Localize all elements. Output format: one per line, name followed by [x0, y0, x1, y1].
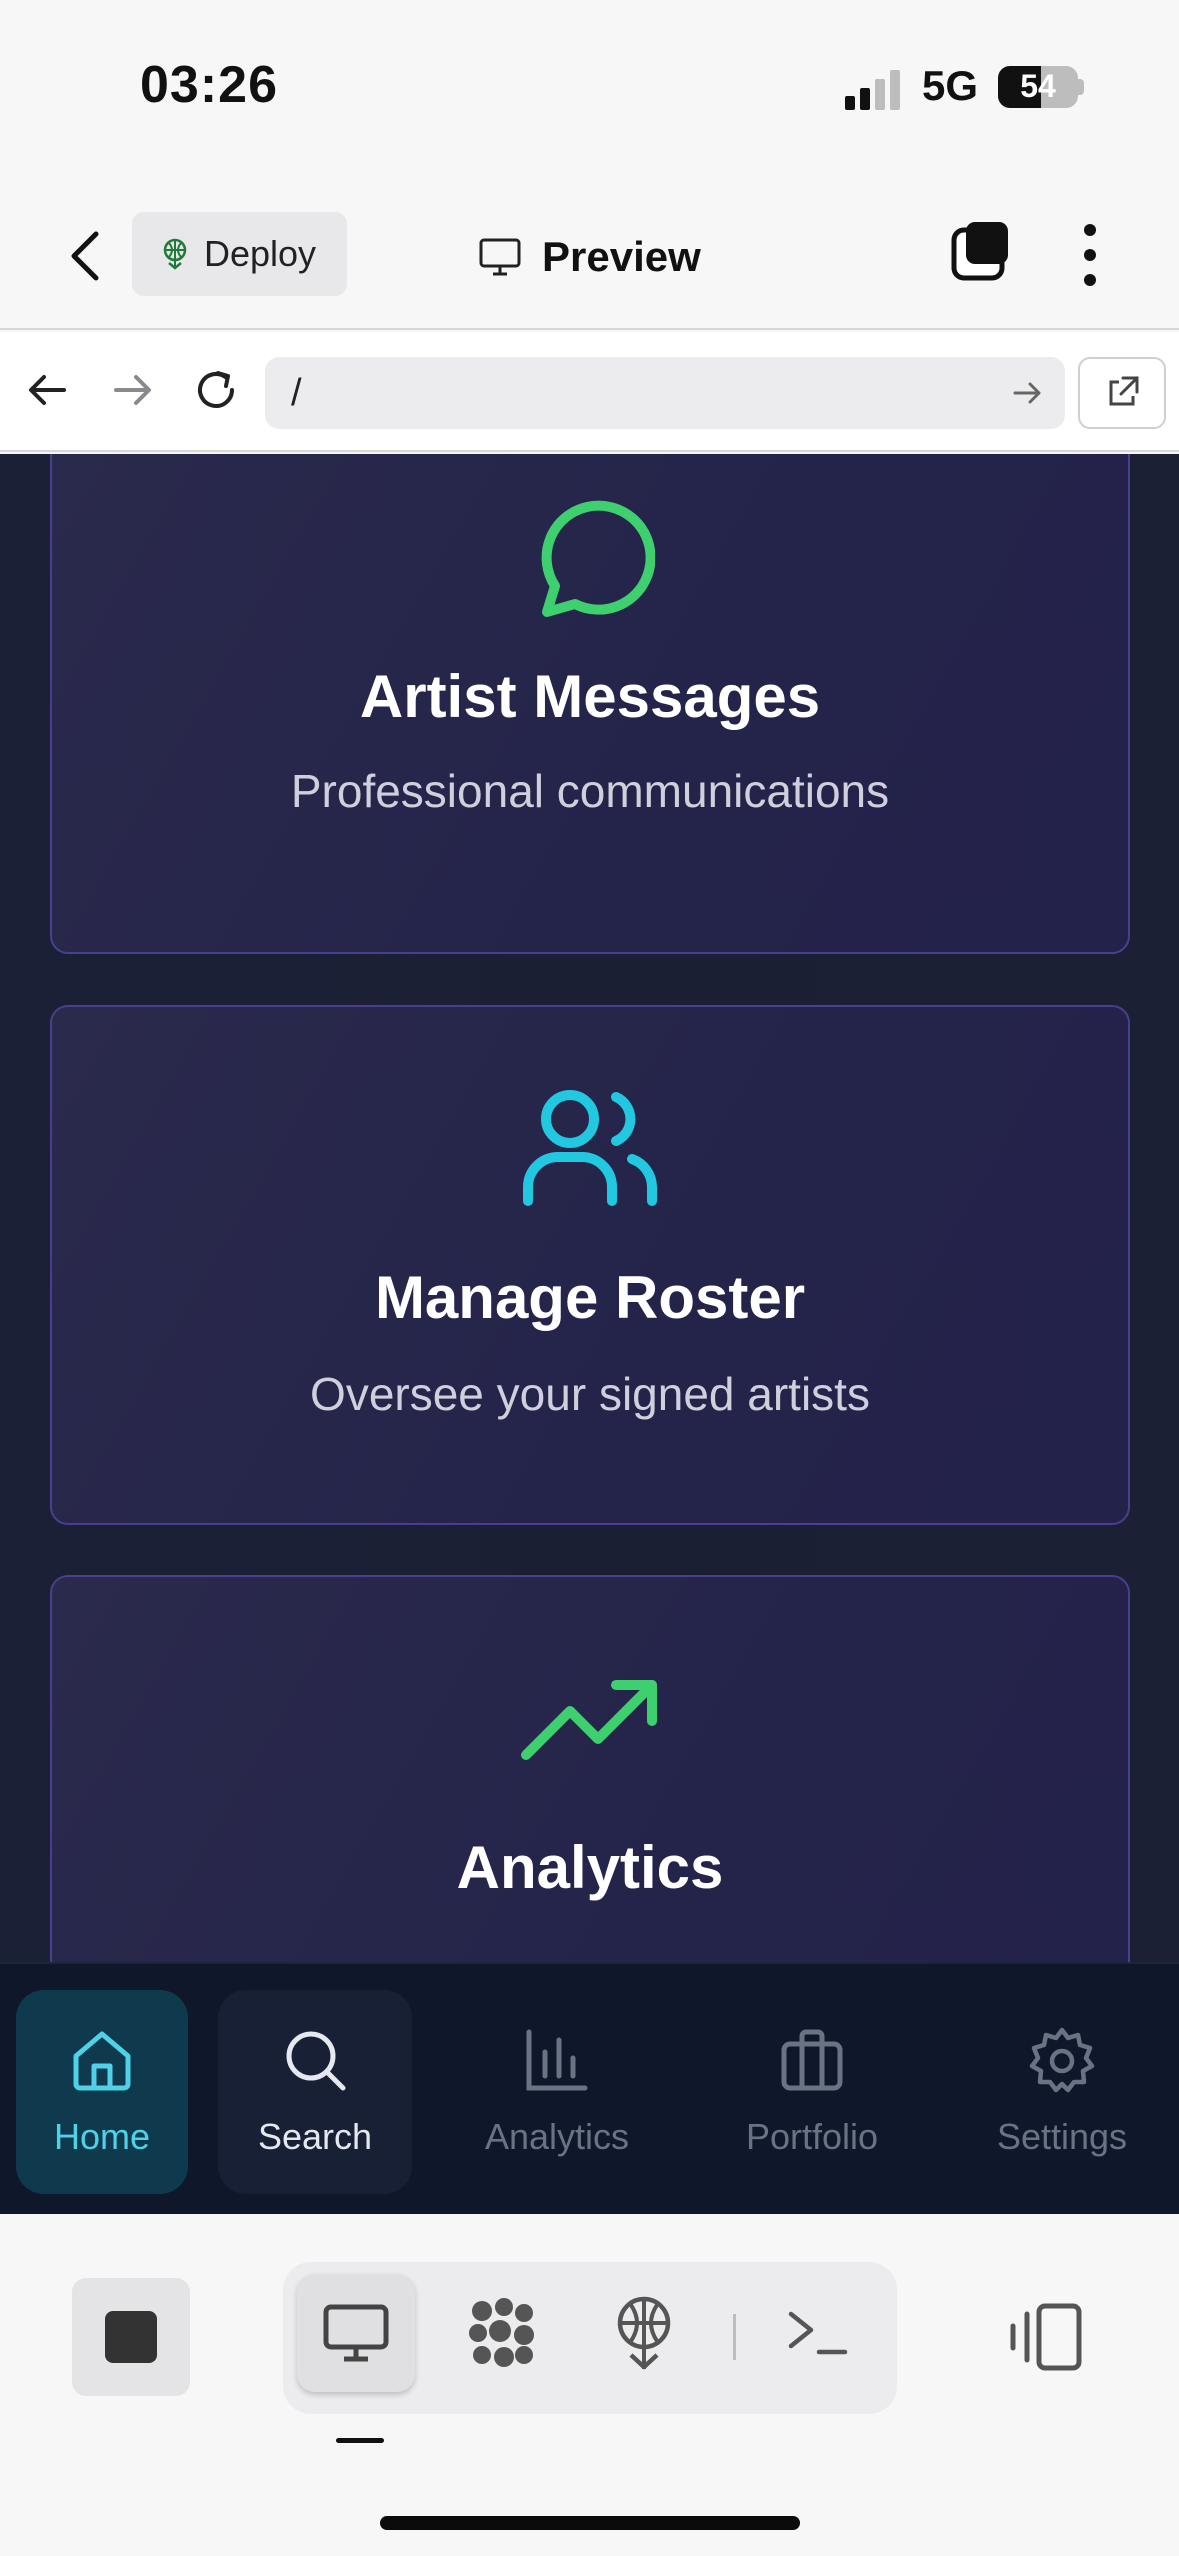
nav-label: Analytics	[484, 2116, 630, 2157]
bar-chart-icon	[526, 2029, 588, 2091]
active-tab-indicator	[336, 2438, 384, 2443]
app-bottom-nav: Home Search Analytics Portfolio Settings	[0, 1962, 1179, 2214]
dots-grid-icon	[469, 2298, 534, 2367]
tabs-icon[interactable]	[950, 220, 1012, 282]
nav-label: Settings	[996, 2116, 1128, 2157]
browser-back-icon[interactable]	[20, 362, 76, 418]
trending-up-icon	[521, 1680, 657, 1760]
app-toolbar: Deploy Preview	[0, 180, 1179, 330]
deploy-view-button[interactable]	[585, 2274, 703, 2392]
ide-bottom-toolbar	[0, 2214, 1179, 2556]
home-icon	[73, 2031, 131, 2091]
workspace-view-button[interactable]	[443, 2274, 561, 2392]
deploy-label: Deploy	[204, 233, 317, 274]
go-arrow-icon[interactable]	[1009, 375, 1045, 411]
split-view-icon[interactable]	[1005, 2302, 1085, 2372]
battery-level: 54	[1020, 68, 1056, 104]
search-icon	[286, 2031, 346, 2091]
deploy-button[interactable]: Deploy	[132, 212, 347, 296]
card-analytics[interactable]: Analytics	[50, 1575, 1130, 1962]
deploy-icon	[617, 2296, 671, 2370]
preview-tab[interactable]: Preview	[478, 222, 701, 292]
url-text: /	[291, 371, 302, 414]
home-indicator	[380, 2516, 800, 2530]
message-circle-icon	[541, 500, 655, 617]
web-preview: Artist Messages Professional communicati…	[0, 454, 1179, 1962]
briefcase-icon	[781, 2029, 843, 2091]
stop-icon	[105, 2311, 157, 2363]
status-time: 03:26	[140, 56, 278, 114]
deploy-icon	[163, 238, 187, 270]
cellular-signal-icon	[845, 70, 900, 110]
card-manage-roster[interactable]: Manage Roster Oversee your signed artist…	[50, 1005, 1130, 1525]
nav-label: Home	[53, 2116, 151, 2157]
external-link-icon	[1109, 376, 1139, 406]
preview-view-button[interactable]	[297, 2274, 415, 2392]
settings-icon	[1029, 2027, 1095, 2093]
toolbar-divider	[733, 2314, 736, 2360]
browser-bar: /	[0, 332, 1179, 452]
card-title: Artist Messages	[359, 663, 821, 730]
nav-label: Search	[257, 2116, 373, 2157]
nav-analytics[interactable]: Analytics	[462, 1990, 652, 2194]
stop-button[interactable]	[72, 2278, 190, 2396]
nav-settings[interactable]: Settings	[966, 1990, 1158, 2194]
reload-icon[interactable]	[188, 362, 244, 418]
card-subtitle: Oversee your signed artists	[310, 1368, 870, 1420]
preview-label: Preview	[542, 233, 701, 280]
browser-forward-icon[interactable]	[104, 362, 160, 418]
status-bar: 03:26 5G 54	[0, 0, 1179, 180]
nav-portfolio[interactable]: Portfolio	[716, 1990, 908, 2194]
monitor-icon	[479, 238, 521, 276]
card-artist-messages[interactable]: Artist Messages Professional communicati…	[50, 454, 1130, 954]
battery-icon: 54	[998, 66, 1078, 108]
nav-label: Portfolio	[745, 2116, 879, 2157]
back-chevron-icon[interactable]	[62, 226, 112, 286]
card-title: Analytics	[456, 1834, 724, 1901]
more-vertical-icon[interactable]	[1070, 220, 1110, 290]
nav-search[interactable]: Search	[218, 1990, 412, 2194]
network-type: 5G	[922, 62, 979, 109]
card-subtitle: Professional communications	[290, 765, 890, 817]
terminal-icon	[788, 2311, 848, 2355]
console-view-button[interactable]	[759, 2274, 877, 2392]
monitor-icon	[323, 2304, 389, 2362]
url-input[interactable]: /	[265, 357, 1065, 429]
view-switcher	[283, 2262, 897, 2414]
nav-home[interactable]: Home	[16, 1990, 188, 2194]
open-external-button[interactable]	[1078, 357, 1166, 429]
card-title: Manage Roster	[374, 1264, 806, 1331]
battery-tip	[1078, 79, 1084, 95]
users-icon	[523, 1090, 657, 1206]
